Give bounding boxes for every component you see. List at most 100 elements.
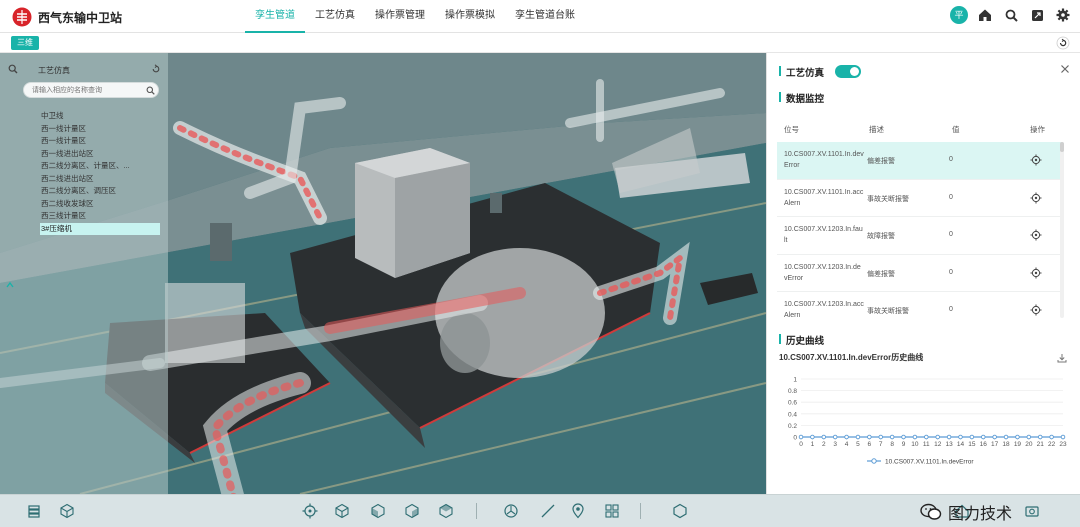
cell-pos: 10.CS007.XV.1101.In.devError [784,151,864,169]
chart-x-tick-label: 16 [980,441,988,448]
location-pin-icon[interactable] [570,503,586,519]
nav-ticket-management[interactable]: 操作票管理 [365,0,435,33]
chart-x-tick-label: 10 [911,441,919,448]
collapse-handle-icon[interactable] [6,281,14,289]
bottom-toolbar [0,494,1080,527]
wechat-icon [920,503,942,520]
search-icon[interactable] [146,86,155,95]
cell-pos: 10.CS007.XV.1203.In.fault [784,226,863,244]
chart-x-tick-label: 21 [1037,441,1045,448]
fullscreen-icon[interactable] [1028,6,1046,24]
compass-icon[interactable] [503,503,519,519]
table-scrollbar-thumb[interactable] [1060,142,1064,152]
tree-item[interactable]: 西二线分离区、调压区 [40,185,160,198]
chart-point [946,434,952,440]
chart-x-tick-label: 19 [1014,441,1022,448]
chart-y-tick-label: 0.6 [788,400,797,407]
table-row[interactable]: 10.CS007.XV.1101.In.devError 偏差报警 0 [777,142,1061,180]
table-row[interactable]: 10.CS007.XV.1203.In.accAlern 事故关断报警 0 [777,292,1061,318]
locate-icon[interactable] [1030,192,1042,204]
nav-ticket-simulation[interactable]: 操作票模拟 [435,0,505,33]
table-row[interactable]: 10.CS007.XV.1101.In.accAlern 事故关断报警 0 [777,180,1061,217]
col-header-val: 值 [952,125,960,134]
table-row[interactable]: 10.CS007.XV.1203.In.devError 偏差报警 0 [777,255,1061,292]
chart-x-tick-label: 14 [957,441,965,448]
process-tree: 中卫线 西一线计量区 西一线计量区 西一线进出站区 西二线分离区、计量区、...… [40,110,160,235]
tree-item-selected[interactable]: 3#压缩机 [40,222,160,235]
watermark-text: 图力技术 [948,506,1013,523]
cell-val: 0 [949,231,953,238]
chart-x-tick-label: 20 [1025,441,1033,448]
chart-y-tick-label: 0.8 [788,388,797,395]
cell-desc: 事故关断报警 [867,195,909,203]
layers-icon[interactable] [26,503,42,519]
tree-item[interactable]: 中卫线 [40,110,160,123]
tree-item[interactable]: 西一线进出站区 [40,148,160,161]
chart-x-tick-label: 0 [799,441,803,448]
measure-icon[interactable] [540,503,556,519]
tree-item[interactable]: 西二线收发球区 [40,198,160,211]
chart-point [855,434,861,440]
chart-y-tick-label: 0.4 [788,411,797,418]
chart-x-tick-label: 12 [934,441,942,448]
chart-x-tick-label: 18 [1002,441,1010,448]
home-icon[interactable] [976,6,994,24]
tree-item[interactable]: 西二线分离区、计量区、... [40,160,160,173]
tree-search-input[interactable] [23,82,159,98]
top-header: 西气东输中卫站 孪生管道 工艺仿真 操作票管理 操作票模拟 孪生管道台账 平 [0,0,1080,33]
monitor-table-header: 位号 描述 值 操作 [777,124,1073,138]
cell-val: 0 [949,306,953,313]
toolbar-divider [476,503,477,519]
nav-twin-pipeline[interactable]: 孪生管道 [245,0,305,33]
cube-top-icon[interactable] [438,503,454,519]
target-icon[interactable] [302,503,318,519]
locate-icon[interactable] [1030,267,1042,279]
3d-mode-button[interactable]: 三维 [11,36,39,50]
chart-x-tick-label: 6 [868,441,872,448]
refresh-icon[interactable] [1056,36,1070,50]
cell-val: 0 [949,193,953,201]
cube-icon[interactable] [334,503,350,519]
hexagon-icon[interactable] [672,503,688,519]
history-section-title: 历史曲线 [779,333,824,347]
cube-side-icon[interactable] [404,503,420,519]
search-icon[interactable] [1002,6,1020,24]
tree-item[interactable]: 西一线计量区 [40,123,160,136]
chart-point [867,434,872,440]
locate-icon[interactable] [1030,229,1042,241]
chart-legend-label: 10.CS007.XV.1101.In.devError [885,459,974,466]
nav-process-simulation[interactable]: 工艺仿真 [305,0,365,33]
zoom-icon[interactable] [8,64,18,74]
avatar[interactable]: 平 [950,6,968,24]
settings-icon[interactable] [1054,6,1072,24]
chart-point [844,434,849,440]
grid-icon[interactable] [604,503,620,519]
chart-point [901,434,906,440]
chart-x-tick-label: 5 [856,441,860,448]
tree-item[interactable]: 西二线进出站区 [40,173,160,186]
simulation-section-title: 工艺仿真 [779,65,824,79]
tree-item[interactable]: 西三线计量区 [40,210,160,223]
tree-item[interactable]: 西一线计量区 [40,135,160,148]
col-header-op: 操作 [1030,125,1045,134]
locate-icon[interactable] [1030,154,1042,166]
table-row[interactable]: 10.CS007.XV.1203.In.fault 故障报警 0 [777,217,1061,255]
download-icon[interactable] [1057,353,1067,363]
chart-x-tick-label: 11 [923,441,930,448]
chart-x-tick-label: 3 [833,441,837,448]
camera-icon[interactable] [1024,503,1040,519]
chart-point [889,434,895,440]
model-cube-icon[interactable] [59,503,75,519]
refresh-icon[interactable] [151,64,161,74]
app-title: 西气东输中卫站 [38,11,123,25]
chart-x-tick-label: 7 [879,441,883,448]
close-icon[interactable] [1060,64,1070,74]
simulation-toggle[interactable] [835,65,861,78]
chart-point [1026,434,1032,440]
nav-pipeline-ledger[interactable]: 孪生管道台账 [505,0,585,33]
company-logo-icon [12,7,32,27]
cube-front-icon[interactable] [370,503,386,519]
locate-icon[interactable] [1030,304,1042,316]
table-scrollbar[interactable] [1060,142,1064,318]
chart-x-tick-label: 9 [902,441,906,448]
